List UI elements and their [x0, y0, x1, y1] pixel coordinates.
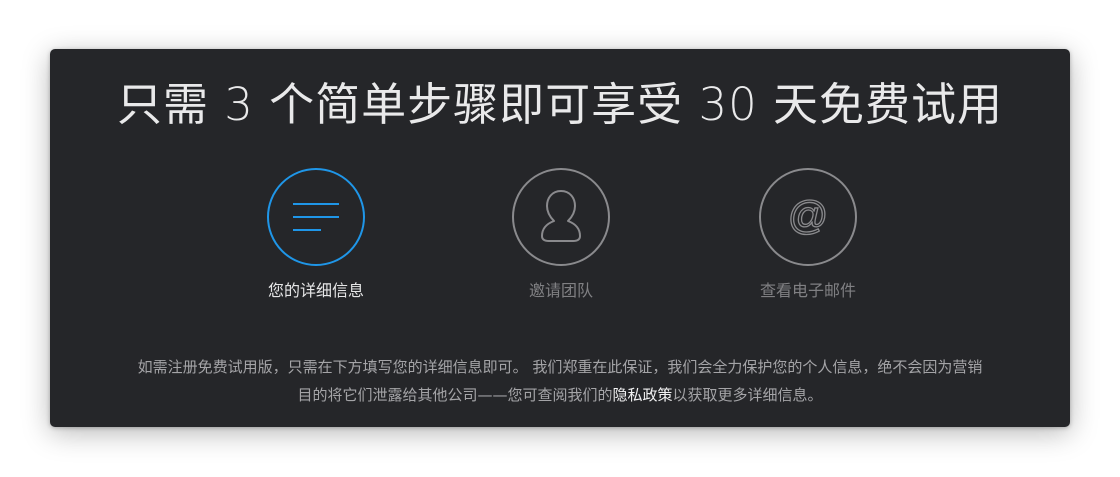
privacy-policy-link[interactable]: 隐私政策 — [612, 386, 672, 404]
description-line-1: 如需注册免费试用版，只需在下方填写您的详细信息即可。 我们郑重在此保证，我们会全… — [137, 358, 983, 376]
step-your-details[interactable]: 您的详细信息 — [216, 167, 416, 302]
at-icon: @ — [759, 168, 857, 266]
lines-icon — [267, 168, 365, 266]
step-label-invite-team: 邀请团队 — [528, 281, 593, 300]
description-text-after-link: 以获取更多详细信息。 — [672, 386, 823, 404]
person-icon — [512, 168, 610, 266]
svg-text:@: @ — [788, 194, 829, 238]
description-line-2: 目的将它们泄露给其他公司——您可查阅我们的隐私政策以获取更多详细信息。 — [64, 381, 1056, 409]
privacy-description: 如需注册免费试用版，只需在下方填写您的详细信息即可。 我们郑重在此保证，我们会全… — [64, 353, 1056, 409]
step-invite-team[interactable]: 邀请团队 — [461, 167, 661, 302]
steps-row: 您的详细信息 邀请团队 @ 查看电子邮件 — [50, 167, 1070, 317]
trial-dialog: 只需 3 个简单步骤即可享受 30 天免费试用 您的详细信息 邀请团队 @ 查看… — [50, 49, 1070, 427]
step-label-your-details: 您的详细信息 — [267, 281, 364, 300]
dialog-title: 只需 3 个简单步骤即可享受 30 天免费试用 — [116, 78, 1004, 131]
step-label-check-email: 查看电子邮件 — [759, 281, 856, 300]
step-check-email[interactable]: @ 查看电子邮件 — [708, 167, 908, 302]
description-text-before-link: 目的将它们泄露给其他公司——您可查阅我们的 — [297, 386, 613, 404]
